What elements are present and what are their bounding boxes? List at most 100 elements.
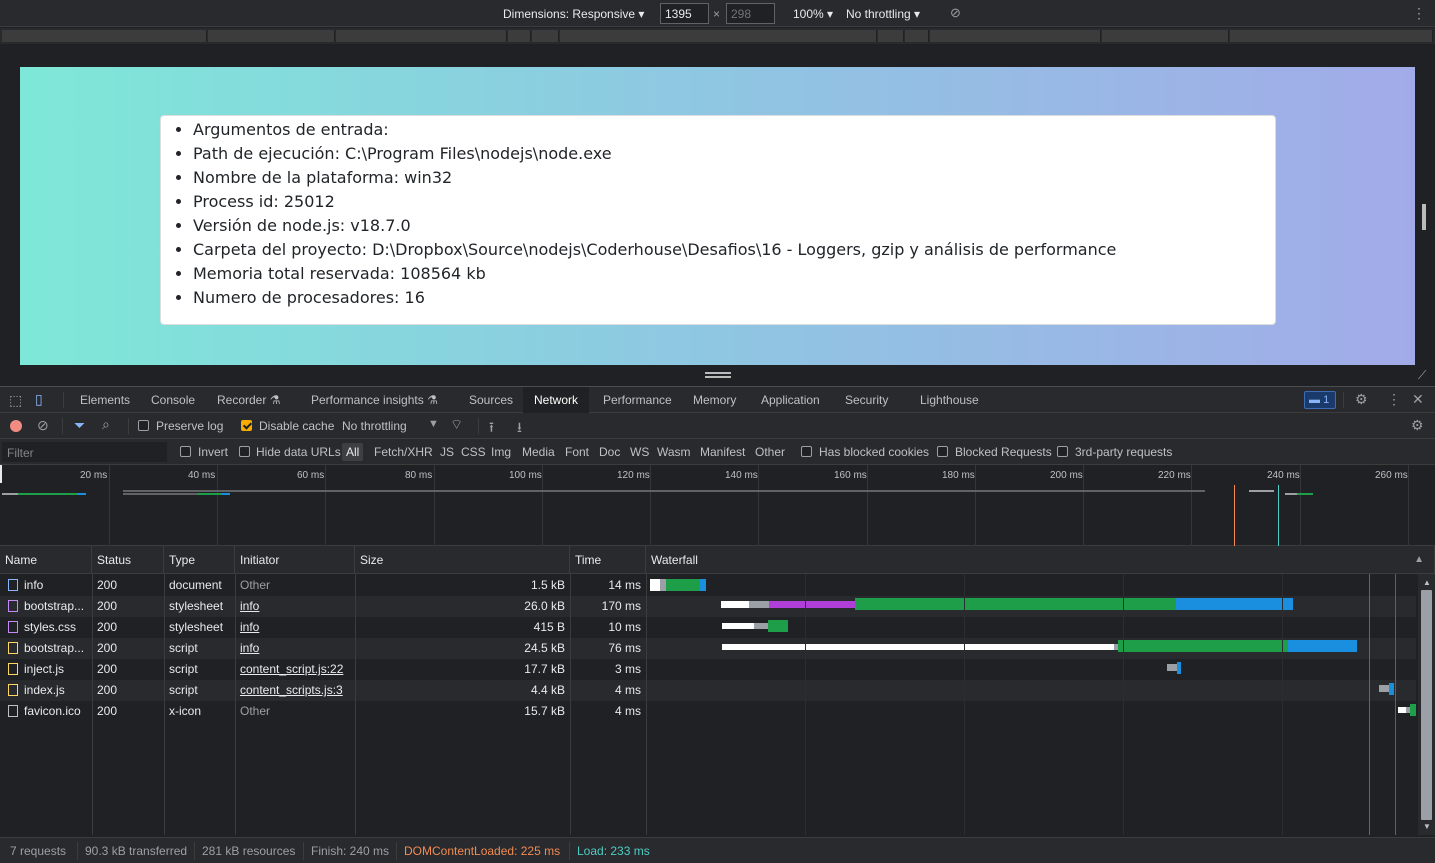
tab-console[interactable]: Console	[140, 387, 206, 413]
tab-perf-insights-label: Performance insights	[311, 393, 424, 407]
media-query-segment[interactable]	[560, 30, 877, 42]
disable-cache-checkbox[interactable]	[241, 420, 252, 431]
rotate-icon[interactable]: ⊘	[950, 5, 961, 21]
cell-time: 10 ms	[608, 620, 641, 634]
type-filter-img[interactable]: Img	[491, 445, 511, 459]
col-header-status[interactable]: Status	[92, 546, 164, 574]
invert-checkbox[interactable]	[180, 446, 191, 457]
cell-initiator-link[interactable]: info	[235, 638, 355, 659]
type-filter-ws[interactable]: WS	[630, 445, 649, 459]
type-filter-all[interactable]: All	[342, 443, 364, 461]
tab-sources[interactable]: Sources	[458, 387, 524, 413]
media-query-segment[interactable]	[905, 30, 929, 42]
zoom-dropdown[interactable]: 100% ▾	[793, 7, 833, 21]
cell-size: 1.5 kB	[530, 578, 565, 592]
col-header-waterfall[interactable]: Waterfall ▲	[646, 546, 1435, 574]
col-header-type[interactable]: Type	[164, 546, 235, 574]
scroll-up-icon[interactable]: ▲	[1423, 578, 1431, 587]
import-har-icon[interactable]: ⭱	[489, 417, 494, 441]
preserve-log-checkbox[interactable]	[138, 420, 149, 431]
cell-initiator-link[interactable]: info	[235, 617, 355, 638]
scrollbar-thumb[interactable]	[1421, 590, 1432, 820]
type-filter-fetch[interactable]: Fetch/XHR	[374, 445, 433, 459]
network-overview[interactable]: 20 ms 40 ms 60 ms 80 ms 100 ms 120 ms 14…	[0, 465, 1435, 546]
tab-network[interactable]: Network	[523, 387, 590, 413]
height-input[interactable]: 298	[726, 3, 775, 24]
type-filter-other[interactable]: Other	[755, 445, 785, 459]
media-query-segment[interactable]	[208, 30, 335, 42]
filter-input[interactable]: Filter	[2, 442, 167, 462]
dimensions-dropdown[interactable]: Dimensions: Responsive ▾	[503, 7, 644, 21]
inspect-element-icon[interactable]: ⬚	[9, 392, 22, 409]
third-party-checkbox[interactable]	[1057, 446, 1068, 457]
col-header-name[interactable]: Name	[0, 546, 92, 574]
type-filter-manifest[interactable]: Manifest	[700, 445, 745, 459]
throttling-dropdown[interactable]: No throttling	[342, 419, 407, 433]
table-row[interactable]: info 200 document Other 1.5 kB 14 ms	[0, 575, 1416, 596]
media-query-segment[interactable]	[508, 30, 531, 42]
scrollbar[interactable]: ▲ ▼	[1418, 574, 1435, 835]
wifi-settings-icon[interactable]: ⌔	[450, 416, 463, 434]
col-header-time[interactable]: Time	[570, 546, 646, 574]
type-filter-media[interactable]: Media	[522, 445, 555, 459]
search-icon[interactable]: ⌕	[102, 416, 110, 433]
close-icon[interactable]: ✕	[1412, 391, 1424, 408]
col-header-size[interactable]: Size	[355, 546, 570, 574]
media-query-segment[interactable]	[1230, 30, 1433, 42]
filter-icon[interactable]: ⏷	[74, 417, 85, 434]
tab-application[interactable]: Application	[750, 387, 831, 413]
media-query-segment[interactable]	[532, 30, 559, 42]
network-settings-gear-icon[interactable]: ⚙	[1411, 417, 1424, 434]
device-toggle-icon[interactable]: ▯	[35, 391, 43, 408]
settings-gear-icon[interactable]: ⚙	[1355, 391, 1368, 408]
table-row[interactable]: bootstrap... 200 stylesheet info 26.0 kB…	[0, 596, 1416, 617]
col-header-initiator[interactable]: Initiator	[235, 546, 355, 574]
tab-security[interactable]: Security	[834, 387, 899, 413]
table-row[interactable]: favicon.ico 200 x-icon Other 15.7 kB 4 m…	[0, 701, 1416, 722]
media-query-segment[interactable]	[2, 30, 207, 42]
blocked-requests-checkbox[interactable]	[937, 446, 948, 457]
type-filter-css[interactable]: CSS	[461, 445, 486, 459]
type-filter-wasm[interactable]: Wasm	[657, 445, 691, 459]
type-filter-doc[interactable]: Doc	[599, 445, 620, 459]
hide-data-urls-checkbox[interactable]	[239, 446, 250, 457]
sort-asc-icon[interactable]: ▲	[1414, 546, 1424, 574]
clear-icon[interactable]: ⊘	[37, 417, 49, 434]
chevron-down-icon[interactable]: ▼	[428, 418, 439, 430]
resize-handle-right[interactable]	[1422, 204, 1426, 230]
cell-initiator-link[interactable]: content_script.js:22	[235, 659, 355, 680]
issues-badge[interactable]: ▬ 1	[1304, 391, 1336, 409]
export-har-icon[interactable]: ⭳	[517, 417, 522, 441]
cell-initiator-link[interactable]: info	[235, 596, 355, 617]
width-input[interactable]: 1395	[660, 3, 709, 24]
resize-corner-icon[interactable]: ⟋	[1418, 368, 1426, 383]
cell-initiator-link[interactable]: content_scripts.js:3	[235, 680, 355, 701]
resize-handle-bottom[interactable]	[705, 372, 731, 378]
type-filter-font[interactable]: Font	[565, 445, 589, 459]
more-options-icon[interactable]: ⋮	[1412, 5, 1426, 22]
type-filter-js[interactable]: JS	[440, 445, 454, 459]
dcl-line	[1369, 574, 1370, 835]
tab-elements[interactable]: Elements	[69, 387, 141, 413]
tab-lighthouse[interactable]: Lighthouse	[909, 387, 990, 413]
table-row[interactable]: index.js 200 script content_scripts.js:3…	[0, 680, 1416, 701]
tab-recorder[interactable]: Recorder ⚗	[206, 387, 291, 413]
throttle-dropdown[interactable]: No throttling ▾	[846, 7, 920, 21]
record-icon[interactable]	[10, 420, 22, 432]
media-query-segment[interactable]	[336, 30, 507, 42]
tab-memory[interactable]: Memory	[682, 387, 747, 413]
divider	[77, 842, 78, 860]
more-options-icon[interactable]: ⋮	[1387, 391, 1401, 408]
blocked-cookies-checkbox[interactable]	[801, 446, 812, 457]
table-row[interactable]: bootstrap... 200 script info 24.5 kB 76 …	[0, 638, 1416, 659]
media-query-segment[interactable]	[1102, 30, 1229, 42]
grid-line	[109, 465, 110, 546]
table-row[interactable]: inject.js 200 script content_script.js:2…	[0, 659, 1416, 680]
tab-performance[interactable]: Performance	[592, 387, 683, 413]
divider	[396, 842, 397, 860]
scroll-down-icon[interactable]: ▼	[1423, 822, 1431, 831]
media-query-segment[interactable]	[930, 30, 1101, 42]
media-query-segment[interactable]	[878, 30, 904, 42]
table-row[interactable]: styles.css 200 stylesheet info 415 B 10 …	[0, 617, 1416, 638]
tab-performance-insights[interactable]: Performance insights ⚗	[300, 387, 449, 413]
